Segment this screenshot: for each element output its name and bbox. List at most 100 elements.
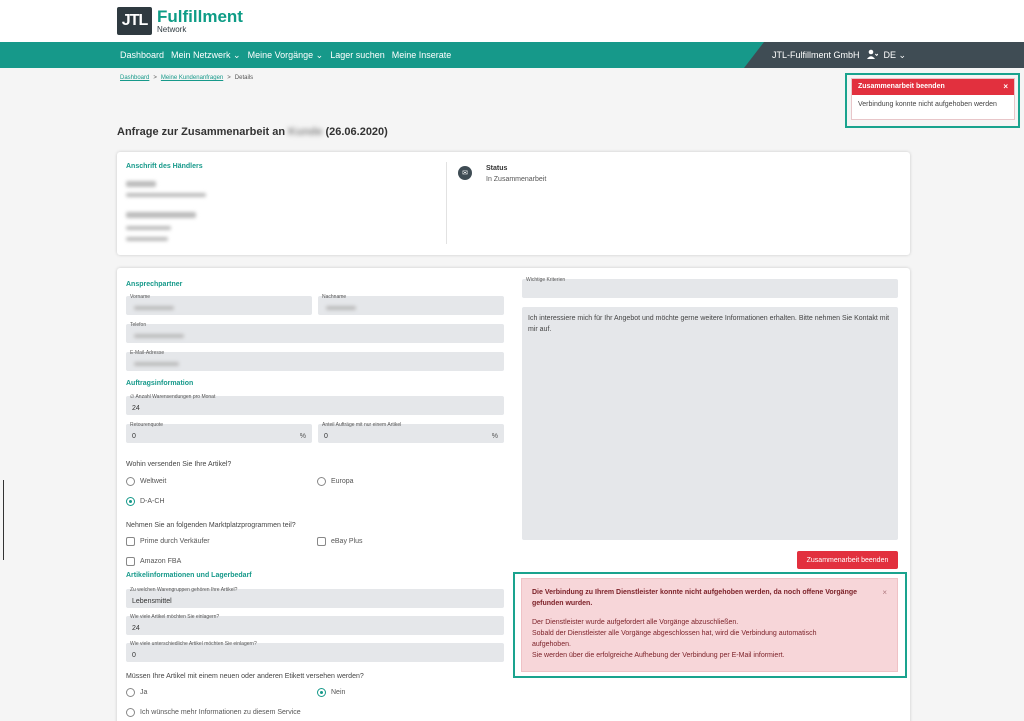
checkbox-label: Prime durch Verkäufer [140, 538, 210, 545]
shipments-label: ∅ Anzahl Warensendungen pro Monat [130, 394, 216, 400]
single-item-orders-field[interactable]: Anteil Aufträge mit nur einem Artikel 0 … [318, 422, 504, 443]
status-value: In Zusammenarbeit [486, 176, 547, 183]
blurred-text [134, 306, 174, 310]
toast-header: Zusammenarbeit beenden × [852, 79, 1014, 95]
logo-subtitle: Network [157, 25, 187, 34]
end-collaboration-button[interactable]: Zusammenarbeit beenden [797, 551, 898, 569]
nav-meine-vorgaenge[interactable]: Meine Vorgänge ⌄ [248, 50, 324, 61]
single-item-value: 0 [324, 433, 328, 440]
checkbox[interactable] [317, 537, 326, 546]
checkbox-ebay-plus[interactable]: eBay Plus [317, 537, 363, 546]
radio-nein[interactable]: Nein [317, 688, 345, 697]
criteria-field[interactable]: Wichtige Kriterien [522, 277, 898, 298]
labeling-question: Müssen Ihre Artikel mit einem neuen oder… [126, 673, 364, 680]
page-title: Anfrage zur Zusammenarbeit an Kunde (26.… [117, 126, 388, 138]
nav-lager-suchen[interactable]: Lager suchen [330, 50, 385, 60]
email-field[interactable]: E-Mail-Adresse [126, 350, 504, 371]
breadcrumb-kundenanfragen[interactable]: Meine Kundenanfragen [161, 75, 223, 81]
page-title-name: Kunde [288, 126, 323, 138]
nav-user-menu: JTL-Fulfillment GmbH DE ⌄ [772, 42, 906, 68]
alert-line-1: Der Dienstleister wurde aufgefordert all… [532, 619, 739, 626]
email-label: E-Mail-Adresse [130, 350, 165, 356]
radio-weltweit[interactable]: Weltweit [126, 477, 166, 486]
radio-button-selected[interactable] [317, 688, 326, 697]
breadcrumb: Dashboard > Meine Kundenanfragen > Detai… [120, 75, 253, 81]
contact-title: Ansprechpartner [126, 281, 183, 288]
checkbox-label: eBay Plus [331, 538, 363, 545]
main-navbar: Dashboard Mein Netzwerk ⌄ Meine Vorgänge… [0, 42, 1024, 68]
language-select[interactable]: DE ⌄ [884, 50, 907, 61]
error-toast: Zusammenarbeit beenden × Verbindung konn… [851, 78, 1015, 120]
single-item-unit: % [491, 433, 498, 440]
blurred-text [126, 181, 156, 187]
product-group-value: Lebensmittel [132, 598, 172, 605]
checkbox-amazon-fba[interactable]: Amazon FBA [126, 557, 181, 566]
nav-mein-netzwerk[interactable]: Mein Netzwerk ⌄ [171, 50, 241, 61]
blurred-text [134, 362, 179, 366]
radio-dach[interactable]: D-A-CH [126, 497, 165, 506]
marketplace-question: Nehmen Sie an folgenden Marktplatzprogra… [126, 522, 296, 529]
radio-button[interactable] [126, 708, 135, 717]
user-icon[interactable] [866, 49, 878, 61]
blurred-text [126, 193, 206, 197]
nav-menu: Dashboard Mein Netzwerk ⌄ Meine Vorgänge… [120, 42, 451, 68]
returns-field[interactable]: Retourenquote 0 % [126, 422, 312, 443]
shipping-question: Wohin versenden Sie Ihre Artikel? [126, 461, 232, 468]
blurred-text [134, 334, 184, 338]
distinct-articles-field[interactable]: Wie viele unterschiedliche Artikel möcht… [126, 641, 504, 662]
page-title-prefix: Anfrage zur Zusammenarbeit an [117, 126, 286, 138]
nav-dashboard[interactable]: Dashboard [120, 50, 164, 60]
address-title: Anschrift des Händlers [126, 163, 203, 170]
radio-label: Ja [140, 689, 148, 696]
checkbox[interactable] [126, 557, 135, 566]
article-count-label: Wie viele Artikel möchten Sie einlagern? [130, 614, 220, 620]
alert-line-2: Sobald der Dienstleister alle Vorgänge a… [532, 630, 817, 648]
alert-headline: Die Verbindung zu Ihrem Dienstleister ko… [532, 589, 858, 607]
radio-ja[interactable]: Ja [126, 688, 147, 697]
edge-marker [3, 480, 4, 560]
distinct-articles-label: Wie viele unterschiedliche Artikel möcht… [130, 641, 257, 647]
nachname-field[interactable]: Nachname [318, 294, 504, 315]
radio-button[interactable] [126, 688, 135, 697]
shipments-field[interactable]: ∅ Anzahl Warensendungen pro Monat 24 [126, 394, 504, 415]
radio-more-info[interactable]: Ich wünsche mehr Informationen zu diesem… [126, 708, 301, 717]
checkbox-prime[interactable]: Prime durch Verkäufer [126, 537, 210, 546]
toast-close-icon[interactable]: × [1003, 82, 1008, 91]
address-card [117, 152, 910, 255]
breadcrumb-separator: > [227, 75, 231, 81]
top-header: JTL Fulfillment Network [0, 0, 1024, 42]
jtl-logo[interactable]: JTL Fulfillment Network [117, 7, 243, 35]
breadcrumb-current: Details [234, 75, 254, 81]
blurred-text [126, 237, 168, 241]
alert-close-icon[interactable]: × [882, 587, 887, 598]
returns-label: Retourenquote [130, 422, 164, 428]
radio-button[interactable] [126, 477, 135, 486]
logo-mark: JTL [117, 7, 152, 35]
checkbox[interactable] [126, 537, 135, 546]
company-name: JTL-Fulfillment GmbH [772, 50, 860, 60]
article-count-field[interactable]: Wie viele Artikel möchten Sie einlagern?… [126, 614, 504, 635]
error-alert: × Die Verbindung zu Ihrem Dienstleister … [521, 578, 898, 672]
message-textarea[interactable]: Ich interessiere mich für Ihr Angebot un… [522, 307, 898, 540]
distinct-articles-value: 0 [132, 652, 136, 659]
card-divider [446, 162, 447, 244]
product-group-field[interactable]: Zu welchen Warengruppen gehören Ihre Art… [126, 587, 504, 608]
vorname-field[interactable]: Vorname [126, 294, 312, 315]
criteria-label: Wichtige Kriterien [526, 277, 566, 283]
radio-europa[interactable]: Europa [317, 477, 354, 486]
radio-button[interactable] [317, 477, 326, 486]
breadcrumb-dashboard[interactable]: Dashboard [120, 75, 149, 81]
blurred-text [126, 226, 171, 230]
radio-button-selected[interactable] [126, 497, 135, 506]
returns-unit: % [299, 433, 306, 440]
telefon-field[interactable]: Telefon [126, 322, 504, 343]
radio-label: Nein [331, 689, 346, 696]
single-item-label: Anteil Aufträge mit nur einem Artikel [322, 422, 402, 428]
logo-title: Fulfillment [157, 7, 243, 26]
nav-meine-inserate[interactable]: Meine Inserate [392, 50, 452, 60]
vorname-label: Vorname [130, 294, 151, 300]
checkbox-label: Amazon FBA [140, 558, 182, 565]
shipments-value: 24 [132, 405, 140, 412]
breadcrumb-separator: > [153, 75, 157, 81]
status-label: Status [486, 165, 508, 172]
